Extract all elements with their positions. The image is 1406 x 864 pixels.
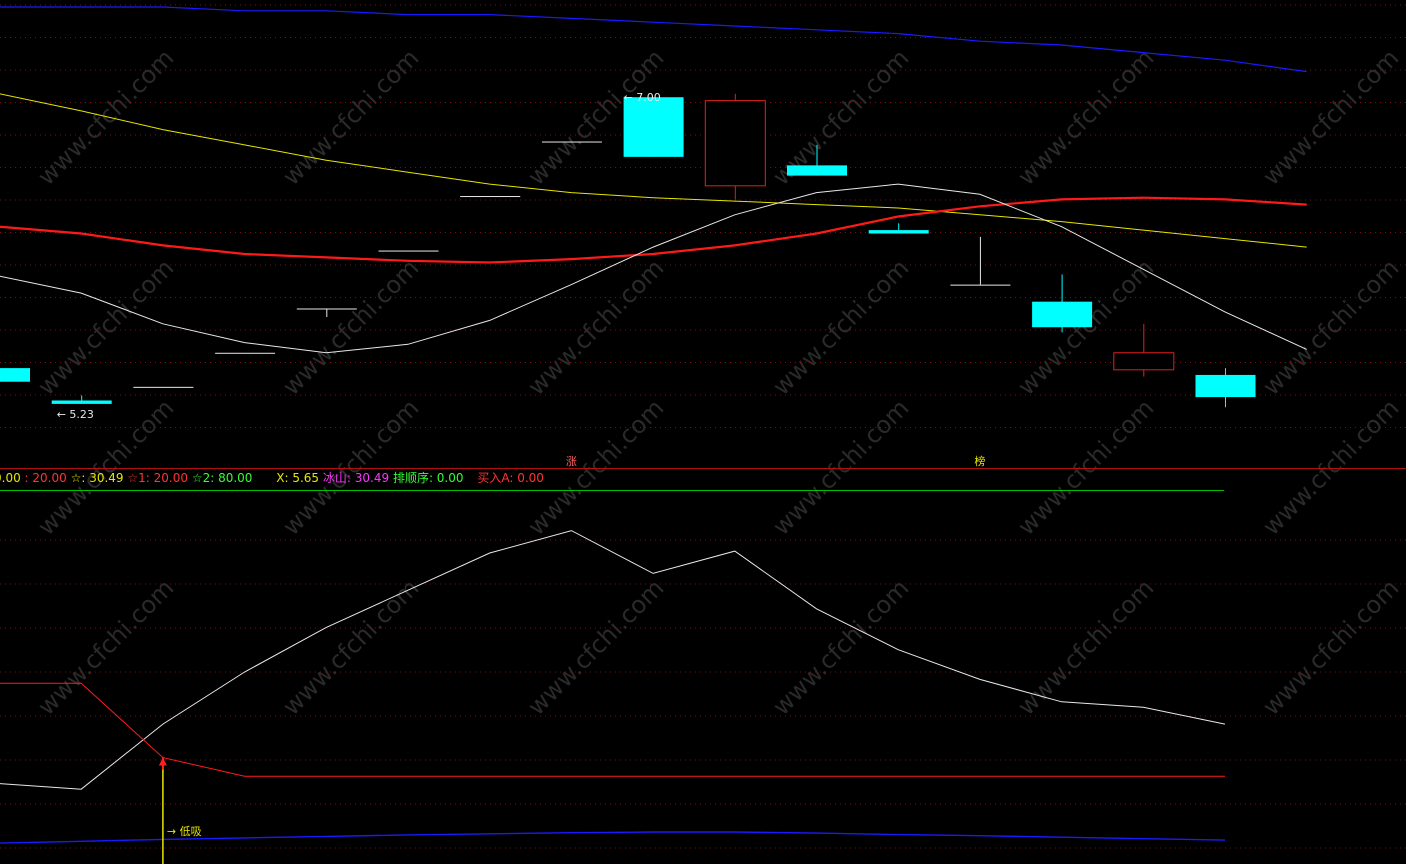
candle bbox=[1113, 323, 1175, 377]
candle-body bbox=[950, 284, 1011, 286]
indicator-value-1: : 20.00 bbox=[24, 471, 67, 485]
stock-chart: www.cfchi.com www.cfchi.com www.cfchi.com w… bbox=[0, 4, 1406, 864]
candle bbox=[950, 236, 1011, 286]
indicator-value-8: 买入A: 0.00 bbox=[477, 471, 544, 485]
candle bbox=[51, 395, 112, 404]
candle-body bbox=[0, 368, 30, 382]
candle-body bbox=[378, 250, 439, 252]
price-annotation: ← 5.23 bbox=[57, 408, 94, 421]
candle bbox=[1032, 274, 1093, 333]
price-grid bbox=[0, 4, 1406, 849]
candle-body bbox=[623, 97, 684, 157]
watermark-text: www.cfchi.com bbox=[767, 254, 914, 401]
watermark-text: www.cfchi.com bbox=[522, 254, 669, 401]
watermark-text: www.cfchi.com bbox=[277, 574, 424, 721]
candle-body bbox=[787, 165, 847, 176]
candle bbox=[0, 368, 30, 382]
watermark-text: www.cfchi.com bbox=[1012, 254, 1159, 401]
watermark-text: www.cfchi.com bbox=[522, 574, 669, 721]
price-annotations: ← 7.00 ← 5.23 涨 榜 bbox=[57, 91, 986, 468]
indicator-value-0: 0.00 bbox=[0, 471, 21, 485]
watermark-text: www.cfchi.com bbox=[1012, 44, 1159, 191]
watermark-text: www.cfchi.com bbox=[1012, 574, 1159, 721]
candle-body bbox=[215, 352, 276, 354]
candle-body bbox=[1113, 352, 1175, 371]
indicator-value-6: 冰山: 30.49 bbox=[322, 471, 390, 485]
candle-body bbox=[51, 400, 112, 404]
candle bbox=[378, 250, 439, 252]
watermark-text: www.cfchi.com bbox=[1012, 394, 1159, 541]
watermark-text: www.cfchi.com bbox=[767, 394, 914, 541]
stock-tag: 涨 bbox=[566, 455, 577, 468]
candle bbox=[460, 196, 521, 198]
candle bbox=[215, 352, 276, 354]
indicator-value-2: ☆: 30.49 bbox=[70, 471, 124, 485]
watermark-text: www.cfchi.com bbox=[32, 44, 179, 191]
watermark-text: www.cfchi.com bbox=[522, 394, 669, 541]
candle-body bbox=[296, 308, 357, 310]
indicator-line bbox=[0, 530, 1226, 790]
watermark-text: www.cfchi.com bbox=[1257, 254, 1404, 401]
candle-body bbox=[460, 196, 521, 198]
candle-body bbox=[704, 100, 766, 187]
watermark-text: www.cfchi.com bbox=[277, 44, 424, 191]
indicator-value-bar: 0.00 : 20.00 ☆: 30.49 ☆1: 20.00 ☆2: 80.0… bbox=[0, 469, 544, 486]
signal-label: → 低吸 bbox=[167, 825, 202, 838]
watermark-text: www.cfchi.com bbox=[277, 254, 424, 401]
candle bbox=[541, 141, 602, 143]
watermark-text: www.cfchi.com bbox=[277, 394, 424, 541]
watermark-text: www.cfchi.com bbox=[1257, 574, 1404, 721]
candle-body bbox=[541, 141, 602, 143]
candle-body bbox=[1032, 301, 1093, 328]
candle-body bbox=[1195, 374, 1256, 398]
watermark-text: www.cfchi.com bbox=[32, 394, 179, 541]
candle bbox=[623, 97, 684, 157]
indicator-value-5: X: 5.65 bbox=[276, 471, 320, 485]
watermark-text: www.cfchi.com bbox=[1257, 44, 1404, 191]
watermark-text: www.cfchi.com bbox=[32, 574, 179, 721]
candle-body bbox=[868, 230, 929, 234]
watermark-text: www.cfchi.com bbox=[1257, 394, 1404, 541]
candle bbox=[704, 93, 766, 200]
candle bbox=[868, 223, 929, 234]
watermark-text: www.cfchi.com bbox=[32, 254, 179, 401]
candle-body bbox=[133, 386, 194, 388]
indicator-value-4: ☆2: 80.00 bbox=[191, 471, 253, 485]
candle bbox=[133, 386, 194, 388]
price-annotation: ← 7.00 bbox=[624, 91, 661, 104]
indicator-value-3: ☆1: 20.00 bbox=[127, 471, 188, 485]
indicator-value-7: 排顺序: 0.00 bbox=[392, 471, 464, 485]
candle bbox=[1195, 368, 1256, 408]
stock-tag: 榜 bbox=[974, 454, 985, 468]
